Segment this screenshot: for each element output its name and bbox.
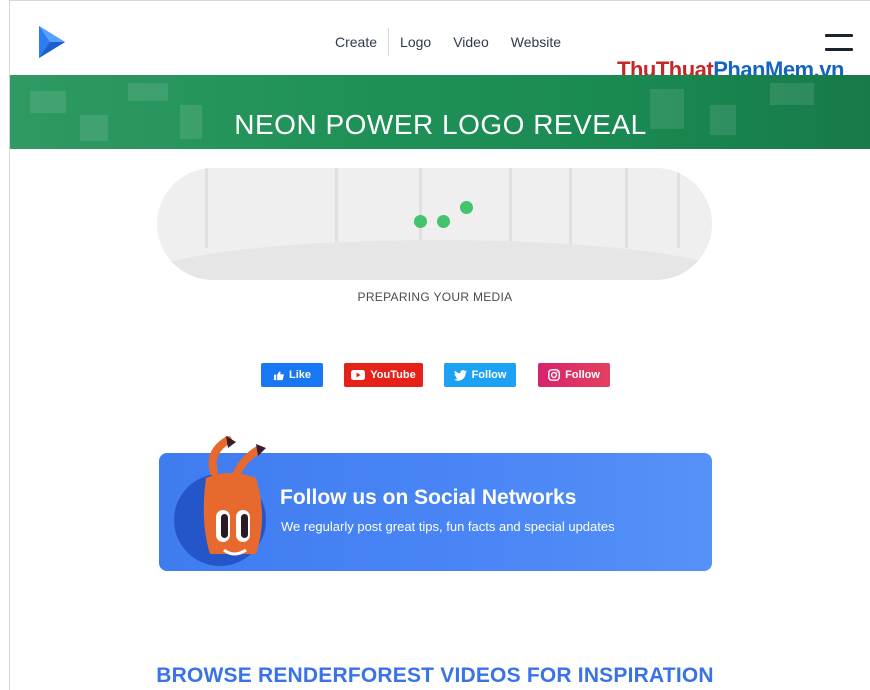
twitter-label: Follow [471,369,507,381]
thumbs-up-icon [273,370,284,380]
youtube-label: YouTube [370,369,416,381]
loader-dot [460,201,473,214]
main-nav: Create Logo Video Website [324,28,572,56]
loader-dot [437,215,450,228]
nav-create[interactable]: Create [324,28,388,56]
instagram-icon [548,369,560,381]
browse-heading: BROWSE RENDERFOREST VIDEOS FOR INSPIRATI… [156,664,714,687]
preparing-status: PREPARING YOUR MEDIA [357,290,513,304]
follow-card-title: Follow us on Social Networks [280,486,577,509]
banner-title: NEON POWER LOGO REVEAL [234,109,647,140]
nav-website[interactable]: Website [500,28,572,56]
twitter-bird-icon [453,369,467,381]
instagram-follow-button[interactable]: Follow [538,363,610,387]
page-frame: Create Logo Video Website ThuThuatPhanMe… [9,0,870,690]
mascot-illustration [174,436,266,566]
renderforest-logo-icon[interactable] [36,23,68,61]
loader-dot [414,215,427,228]
hamburger-menu-icon[interactable] [825,34,853,54]
follow-card-subtitle: We regularly post great tips, fun facts … [281,519,615,534]
nav-logo[interactable]: Logo [389,28,442,56]
nav-video[interactable]: Video [442,28,500,56]
youtube-play-icon [351,370,366,380]
youtube-subscribe-button[interactable]: YouTube [344,363,423,387]
twitter-follow-button[interactable]: Follow [444,363,516,387]
instagram-label: Follow [565,369,600,381]
media-preloader [157,168,712,280]
title-banner: NEON POWER LOGO REVEAL [10,75,870,149]
facebook-like-button[interactable]: Like [261,363,323,387]
facebook-like-label: Like [288,369,311,381]
